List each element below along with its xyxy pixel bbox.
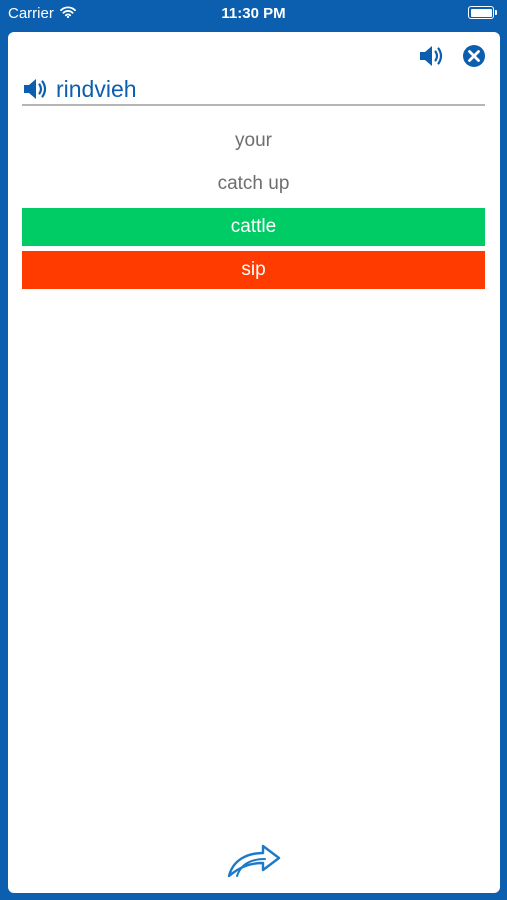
quiz-card: rindvieh your catch up cattle sip [8,32,500,893]
top-controls [418,42,488,70]
forward-arrow-icon[interactable] [224,841,284,881]
battery-icon [468,6,497,19]
answer-option-label: cattle [230,216,277,237]
answer-options: your catch up cattle sip [22,122,485,294]
answer-option-cattle[interactable]: cattle [22,208,485,246]
answer-option-your[interactable]: your [22,122,485,160]
status-bar: Carrier 11:30 PM [0,0,507,28]
close-icon[interactable] [460,42,488,70]
speaker-icon[interactable] [418,42,446,70]
word-row: rindvieh [22,74,485,106]
word-speaker-icon[interactable] [22,75,50,103]
answer-option-sip[interactable]: sip [22,251,485,289]
battery-body [468,6,494,19]
answer-option-label: your [235,130,272,151]
answer-option-catch-up[interactable]: catch up [22,165,485,203]
quiz-word: rindvieh [56,76,137,102]
battery-tip [495,10,497,15]
answer-option-label: catch up [217,173,290,194]
answer-option-label: sip [241,259,266,280]
battery-fill [470,8,492,17]
status-time: 11:30 PM [221,5,286,22]
